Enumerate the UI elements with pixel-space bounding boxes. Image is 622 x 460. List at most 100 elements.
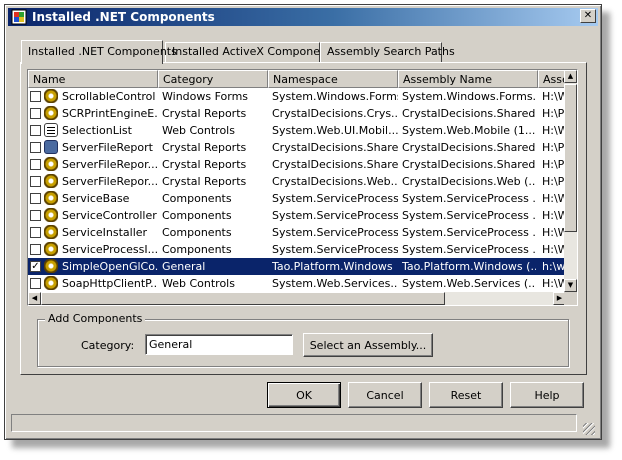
scroll-corner	[564, 292, 577, 305]
reset-button[interactable]: Reset	[429, 382, 503, 408]
row-cell-name: SelectionList	[62, 124, 132, 137]
row-cell-assembly: CrystalDecisions.Shared...	[402, 158, 536, 171]
row-checkbox[interactable]	[30, 244, 41, 255]
tab-installed-net-components[interactable]: Installed .NET Components	[21, 40, 177, 64]
horizontal-scrollbar[interactable]: ◀ ▶	[28, 292, 566, 305]
table-row[interactable]: ServiceInstaller Components System.Service…	[28, 224, 566, 241]
tab-label: Assembly Search Paths	[327, 45, 455, 58]
row-cell-assembly: System.Web.Services (...	[402, 277, 536, 290]
close-button[interactable]: ✕	[580, 9, 596, 23]
row-cell-category: Web Controls	[162, 277, 235, 290]
horizontal-scroll-thumb[interactable]	[41, 292, 445, 305]
row-cell-namespace: System.ServiceProcess	[272, 243, 398, 256]
row-checkbox[interactable]	[30, 159, 41, 170]
gear-icon	[44, 208, 58, 222]
row-cell-path: h:\wi	[542, 260, 566, 273]
table-row[interactable]: SoapHttpClientP... Web Controls System.Web…	[28, 275, 566, 292]
gear-icon	[44, 89, 58, 103]
vertical-scrollbar[interactable]: ▲ ▼	[564, 70, 577, 292]
select-assembly-button[interactable]: Select an Assembly...	[303, 333, 433, 357]
row-cell-assembly: System.ServiceProcess ...	[402, 243, 536, 256]
row-cell-path: H:\W	[542, 90, 566, 103]
table-row[interactable]: ServerFileReport Crystal Reports CrystalDe…	[28, 139, 566, 156]
category-input[interactable]: General	[145, 334, 293, 355]
row-cell-namespace: System.Web.Services...	[272, 277, 398, 290]
table-row[interactable]: SelectionList Web Controls System.Web.UI.M…	[28, 122, 566, 139]
components-list[interactable]: Name Category Namespace Assembly Name As…	[27, 69, 578, 306]
row-cell-name: ServiceBase	[62, 192, 130, 205]
scroll-left-button[interactable]: ◀	[28, 292, 41, 305]
row-cell-name: ServerFileRepor...	[62, 175, 158, 188]
table-row[interactable]: ServiceProcessI... Components System.Servi…	[28, 241, 566, 258]
row-cell-assembly: CrystalDecisions.Web (...	[402, 175, 536, 188]
row-cell-assembly: Tao.Platform.Windows (...	[402, 260, 536, 273]
scroll-up-button[interactable]: ▲	[564, 70, 577, 83]
ok-button[interactable]: OK	[267, 382, 341, 408]
row-cell-path: H:\Pr	[542, 141, 566, 154]
row-cell-namespace: System.ServiceProcess	[272, 209, 398, 222]
column-header-namespace[interactable]: Namespace	[268, 70, 398, 88]
table-row[interactable]: SCRPrintEngineE... Crystal Reports Crystal…	[28, 105, 566, 122]
row-checkbox[interactable]: ✓	[30, 261, 41, 272]
resize-grip[interactable]	[583, 423, 595, 435]
add-components-group-label: Add Components	[45, 312, 146, 325]
row-cell-namespace: CrystalDecisions.Crys...	[272, 107, 398, 120]
table-row[interactable]: ServerFileRepor... Crystal Reports Crystal…	[28, 156, 566, 173]
tab-installed-activex-components[interactable]: Installed ActiveX Components	[165, 42, 337, 62]
help-button[interactable]: Help	[510, 382, 584, 408]
row-checkbox[interactable]	[30, 278, 41, 289]
report-icon	[44, 140, 58, 154]
title-bar[interactable]: Installed .NET Components ✕	[8, 8, 598, 26]
app-icon	[11, 9, 27, 25]
column-header-assembly-path[interactable]: Asse	[538, 70, 566, 88]
gear-icon	[44, 225, 58, 239]
row-cell-category: General	[162, 260, 206, 273]
row-cell-path: H:\W	[542, 124, 566, 137]
column-header-assembly-name[interactable]: Assembly Name	[398, 70, 538, 88]
reset-label: Reset	[450, 389, 482, 402]
row-cell-assembly: System.Web.Mobile (1....	[402, 124, 536, 137]
row-cell-name: ServiceController	[62, 209, 157, 222]
row-cell-assembly: CrystalDecisions.Shared...	[402, 107, 536, 120]
table-row[interactable]: ServiceController Components System.Servic…	[28, 207, 566, 224]
scroll-down-button[interactable]: ▼	[564, 279, 577, 292]
row-cell-path: H:\W	[542, 277, 566, 290]
row-checkbox[interactable]	[30, 193, 41, 204]
row-cell-path: H:\W	[542, 192, 566, 205]
table-row[interactable]: ✓ SimpleOpenGlCo... General Tao.Platform.Wi…	[28, 258, 566, 275]
row-cell-name: SoapHttpClientP...	[62, 277, 158, 290]
vertical-scroll-thumb[interactable]	[564, 84, 577, 232]
row-cell-category: Crystal Reports	[162, 158, 247, 171]
row-cell-name: ServerFileRepor...	[62, 158, 158, 171]
cancel-button[interactable]: Cancel	[348, 382, 422, 408]
column-header-name[interactable]: Name	[28, 70, 158, 88]
row-cell-category: Components	[162, 209, 232, 222]
row-cell-category: Crystal Reports	[162, 141, 247, 154]
gear-icon	[44, 242, 58, 256]
gear-icon	[44, 106, 58, 120]
row-cell-name: ScrollableControl	[62, 90, 156, 103]
row-cell-name: ServiceProcessI...	[62, 243, 158, 256]
table-row[interactable]: ServerFileRepor... Crystal Reports Crystal…	[28, 173, 566, 190]
row-cell-name: ServiceInstaller	[62, 226, 148, 239]
row-checkbox[interactable]	[30, 125, 41, 136]
window-title: Installed .NET Components	[32, 10, 215, 24]
table-row[interactable]: ServiceBase Components System.ServiceProce…	[28, 190, 566, 207]
row-checkbox[interactable]	[30, 176, 41, 187]
row-checkbox[interactable]	[30, 142, 41, 153]
row-checkbox[interactable]	[30, 91, 41, 102]
column-header-category[interactable]: Category	[158, 70, 268, 88]
row-cell-namespace: CrystalDecisions.Shared	[272, 141, 398, 154]
table-row[interactable]: ScrollableControl Windows Forms System.Win…	[28, 88, 566, 105]
gear-icon	[44, 157, 58, 171]
tab-assembly-search-paths[interactable]: Assembly Search Paths	[320, 42, 455, 62]
row-cell-namespace: System.Web.UI.Mobil...	[272, 124, 398, 137]
form-icon	[44, 123, 58, 137]
close-icon: ✕	[583, 10, 593, 21]
row-checkbox[interactable]	[30, 210, 41, 221]
row-cell-path: H:\Pr	[542, 107, 566, 120]
row-checkbox[interactable]	[30, 227, 41, 238]
gear-icon	[44, 191, 58, 205]
tab-label: Installed ActiveX Components	[172, 45, 338, 58]
row-checkbox[interactable]	[30, 108, 41, 119]
